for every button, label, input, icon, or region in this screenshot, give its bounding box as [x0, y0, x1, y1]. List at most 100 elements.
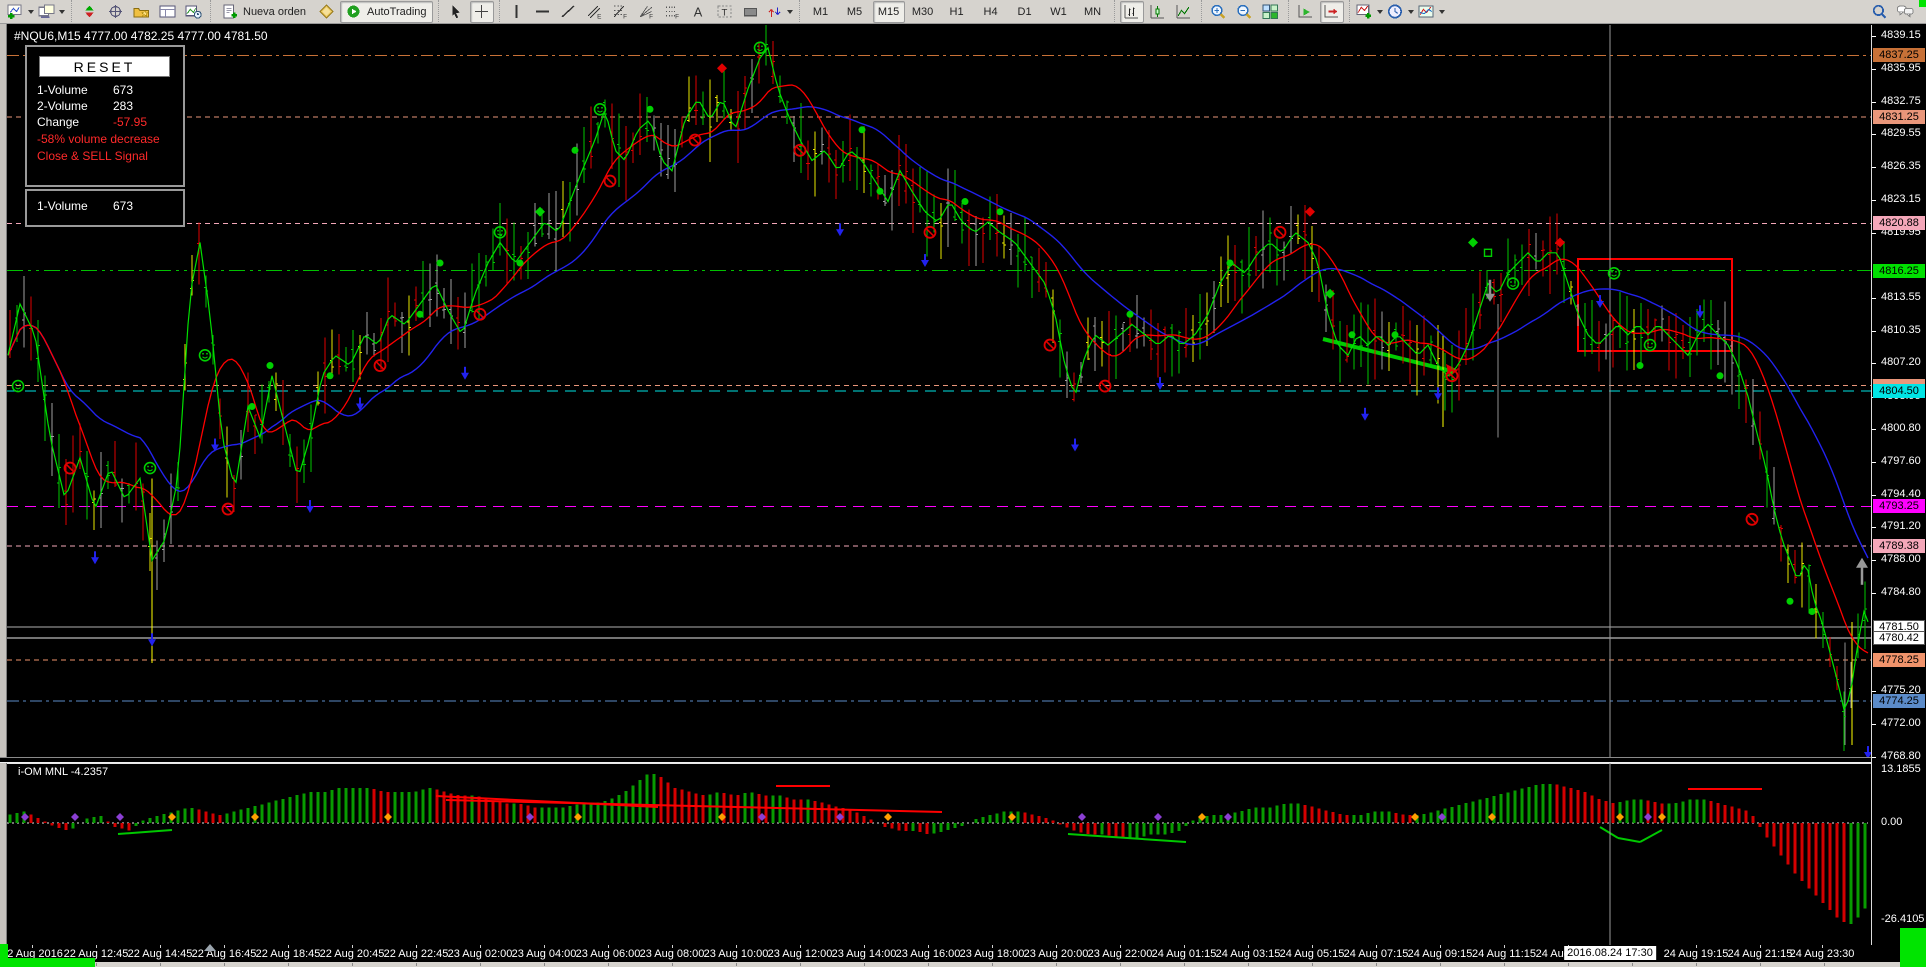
metaeditor-button[interactable]: [314, 1, 338, 23]
price-tick-label: 4835.95: [1881, 62, 1921, 74]
strip-tick: [1312, 963, 1313, 966]
volume-alert: -58% volume decrease: [37, 132, 160, 146]
sell-arrow-icon: [1071, 439, 1079, 452]
indicator-subwindow[interactable]: [7, 763, 1871, 945]
green-dot-marker: [267, 362, 274, 369]
time-label: 23 Aug 12:00: [768, 948, 833, 960]
time-label: 24 Aug 19:15: [1664, 948, 1729, 960]
market-watch-button[interactable]: [77, 1, 101, 23]
price-tick: [1872, 495, 1876, 496]
signal-diamond-icon: [1616, 813, 1624, 821]
fibo-retracement-button[interactable]: F: [609, 1, 633, 23]
trendline-icon: [560, 4, 577, 19]
scroll-marker[interactable]: [204, 944, 216, 951]
timeframe-mn[interactable]: MN: [1077, 1, 1109, 23]
fibo-expansion-button[interactable]: F: [661, 1, 685, 23]
templates-button[interactable]: [1417, 1, 1446, 23]
no-entry-marker-icon: [375, 360, 386, 371]
green-dot-marker: [249, 403, 256, 410]
equidistant-channel-button[interactable]: E: [583, 1, 607, 23]
price-tick: [1872, 691, 1876, 692]
data-window-icon: [107, 4, 124, 19]
green-dot-marker: [1349, 331, 1356, 338]
strip-tick: [1056, 963, 1057, 966]
shapes-icon: [742, 4, 759, 19]
search-button[interactable]: [1867, 1, 1891, 23]
arrows-icon: [766, 4, 783, 19]
profiles-button[interactable]: [37, 1, 66, 23]
reset-button[interactable]: RESET: [39, 56, 170, 77]
time-label: 24 Aug 11:15: [1472, 948, 1536, 960]
strategy-tester-button[interactable]: [181, 1, 205, 23]
subwindow-divider[interactable]: [0, 757, 1926, 763]
timeframe-d1[interactable]: D1: [1009, 1, 1041, 23]
timeframe-m1[interactable]: M1: [805, 1, 837, 23]
terminal-button[interactable]: [155, 1, 179, 23]
strip-tick: [1120, 963, 1121, 966]
price-tick: [1872, 233, 1876, 234]
green-dot-marker: [877, 188, 884, 195]
indicator-green-line: [1640, 830, 1662, 842]
green-dot-marker: [417, 311, 424, 318]
time-axis[interactable]: 22 Aug 201622 Aug 12:4522 Aug 14:4522 Au…: [7, 945, 1926, 962]
shapes-button[interactable]: [739, 1, 763, 23]
sell-arrow-icon: [91, 551, 99, 564]
timeframe-m5[interactable]: M5: [839, 1, 871, 23]
price-axis[interactable]: 4839.154835.954832.754829.554826.354823.…: [1871, 25, 1926, 945]
text-label-button[interactable]: T: [713, 1, 737, 23]
time-label: 24 Aug 05:15: [1280, 948, 1345, 960]
chevron-down-icon: [28, 10, 34, 14]
timeframe-h1[interactable]: H1: [941, 1, 973, 23]
new-order-button[interactable]: Nueva orden: [216, 1, 312, 23]
price-tick: [1872, 102, 1876, 103]
bar-chart-button[interactable]: [1120, 1, 1144, 23]
indicator-green-line: [1600, 827, 1618, 838]
indicators-button[interactable]: [1355, 1, 1384, 23]
smiley-marker-icon: [1645, 340, 1656, 351]
price-tick-label: 4794.40: [1881, 488, 1921, 500]
fibo-fan-button[interactable]: F: [635, 1, 659, 23]
indicators-icon: [1356, 4, 1373, 19]
signal-diamond-icon: [168, 813, 176, 821]
fibo-expansion-icon: F: [664, 4, 681, 19]
periods-button[interactable]: [1386, 1, 1415, 23]
green-dot-marker: [1392, 331, 1399, 338]
volume-row: 2-Volume283: [37, 99, 88, 113]
new-chart-button[interactable]: [6, 1, 35, 23]
timeframe-w1[interactable]: W1: [1043, 1, 1075, 23]
time-label: 23 Aug 18:00: [960, 948, 1025, 960]
main-chart[interactable]: [7, 25, 1871, 757]
navigator-button[interactable]: [129, 1, 153, 23]
zoom-in-button[interactable]: [1207, 1, 1231, 23]
arrows-button[interactable]: [765, 1, 794, 23]
smiley-marker-icon: [200, 350, 211, 361]
change-row: Change-57.95: [37, 115, 79, 129]
strip-tick: [352, 963, 353, 966]
signal-diamond-icon: [384, 813, 392, 821]
tile-windows-button[interactable]: [1259, 1, 1283, 23]
candlestick-chart-button[interactable]: [1146, 1, 1170, 23]
auto-scroll-button[interactable]: [1294, 1, 1318, 23]
chat-button[interactable]: [1893, 1, 1917, 23]
data-window-button[interactable]: [103, 1, 127, 23]
autotrading-button[interactable]: AutoTrading: [340, 1, 433, 23]
chevron-down-icon: [59, 10, 65, 14]
navigator-icon: [133, 4, 150, 19]
fibo-retracement-icon: F: [612, 4, 629, 19]
timeframe-m15[interactable]: M15: [873, 1, 905, 23]
timeframe-m30[interactable]: M30: [907, 1, 939, 23]
vertical-line-button[interactable]: [505, 1, 529, 23]
cursor-button[interactable]: [444, 1, 468, 23]
time-label: 24 Aug 23:30: [1790, 948, 1855, 960]
indicator-green-line: [1068, 834, 1186, 842]
crosshair-button[interactable]: [470, 1, 494, 23]
line-chart-button[interactable]: [1172, 1, 1196, 23]
timeframe-h4[interactable]: H4: [975, 1, 1007, 23]
periods-icon: [1387, 4, 1404, 19]
text-button[interactable]: A: [687, 1, 711, 23]
price-tick: [1872, 36, 1876, 37]
horizontal-line-button[interactable]: [531, 1, 555, 23]
trendline-button[interactable]: [557, 1, 581, 23]
zoom-out-button[interactable]: [1233, 1, 1257, 23]
chart-shift-button[interactable]: [1320, 1, 1344, 23]
